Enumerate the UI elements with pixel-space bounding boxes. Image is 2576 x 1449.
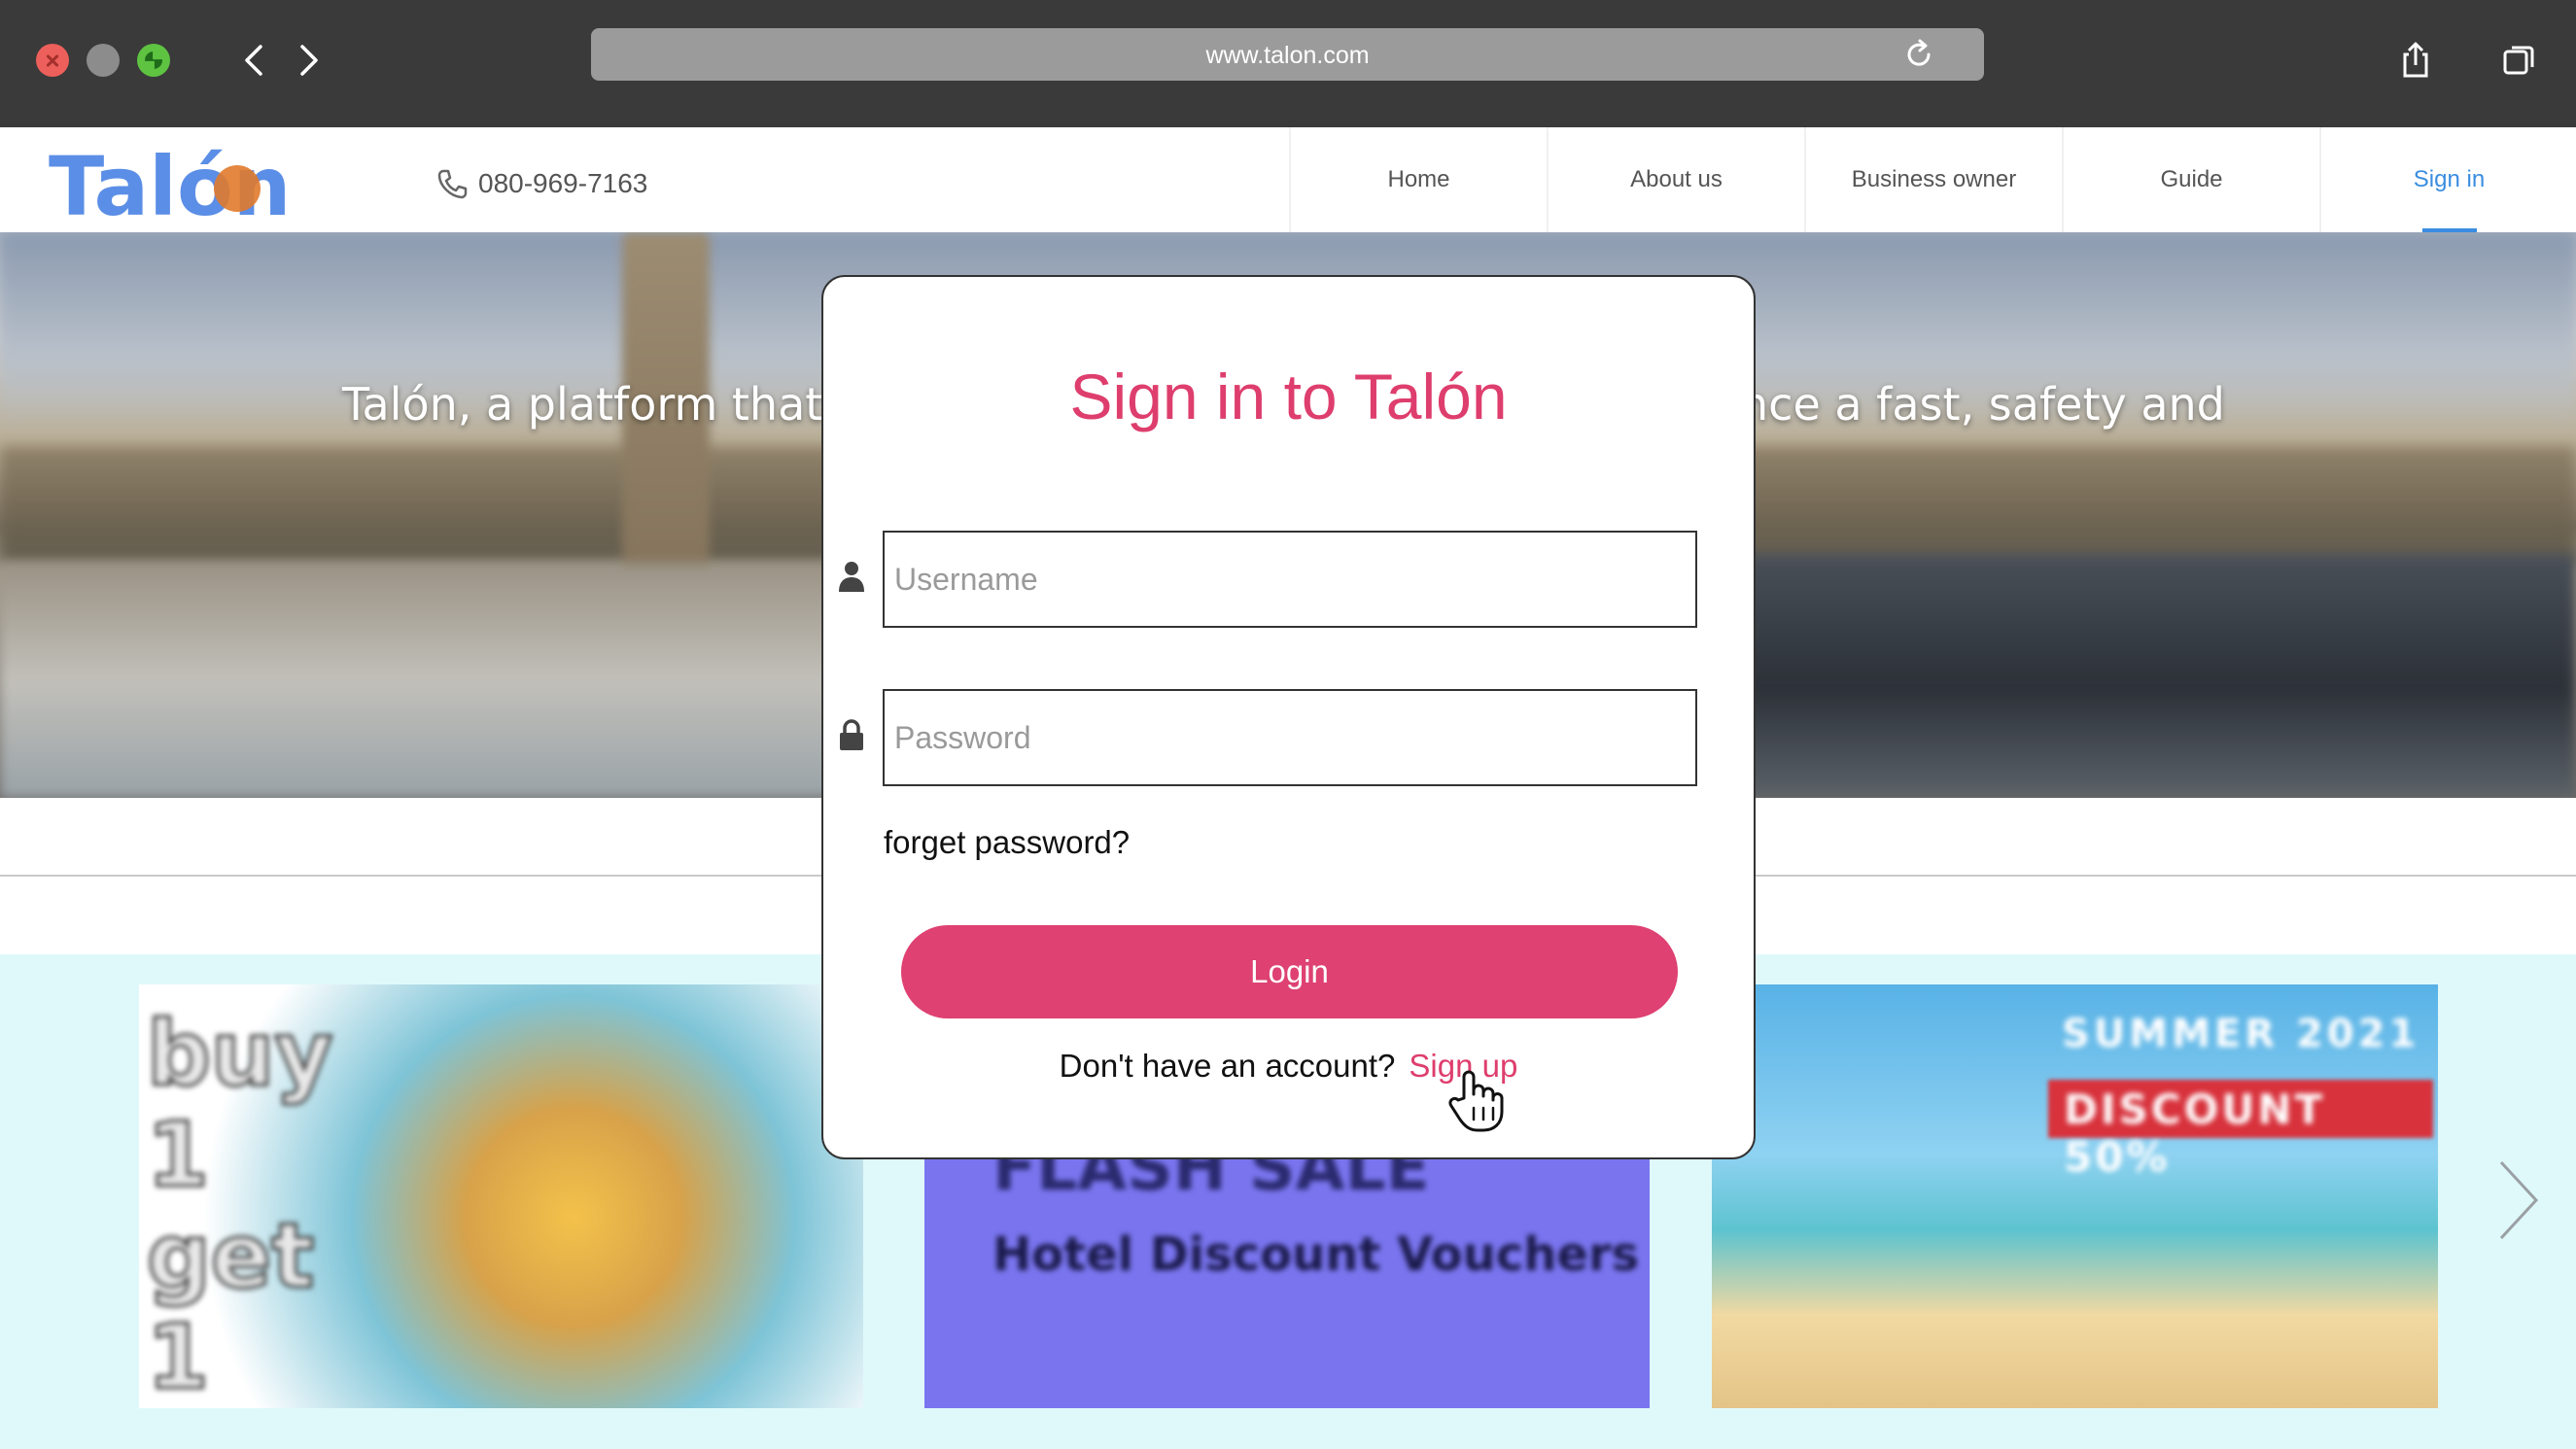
window-fullscreen-button[interactable] (137, 44, 170, 77)
promo-card-buy1get1[interactable]: buy 1 get 1 free (139, 984, 863, 1408)
lock-icon (840, 719, 863, 750)
tabs-overview-icon[interactable] (2498, 39, 2541, 82)
forward-button[interactable] (288, 41, 327, 80)
site-header: Talón 080-969-7163 Home About us Busines… (0, 127, 2576, 232)
phone-contact: 080-969-7163 (435, 166, 647, 201)
promo-card-subtitle: Hotel Discount Vouchers (992, 1227, 1640, 1282)
user-icon (839, 562, 864, 592)
username-input[interactable] (883, 531, 1697, 628)
nav-about-us[interactable]: About us (1547, 127, 1804, 232)
signup-row: Don't have an account? Sign up (823, 1048, 1754, 1085)
promo-card-title: SUMMER 2021 (2062, 1012, 2420, 1056)
nav-business-owner[interactable]: Business owner (1804, 127, 2062, 232)
talon-logo[interactable]: Talón (47, 135, 338, 224)
main-nav: Home About us Business owner Guide Sign … (1289, 127, 2576, 232)
modal-title: Sign in to Talón (1069, 361, 1508, 432)
window-minimize-button[interactable] (87, 44, 120, 77)
carousel-next-icon[interactable] (2493, 1156, 2544, 1244)
phone-number: 080-969-7163 (478, 168, 648, 198)
promo-card-badge-text: DISCOUNT 50% (2064, 1086, 2326, 1181)
globe-icon (214, 165, 261, 212)
promo-card-text: buy 1 get 1 free (146, 1002, 353, 1408)
chevron-left-icon (245, 45, 262, 76)
url-text: www.talon.com (1205, 42, 1370, 69)
address-bar[interactable]: www.talon.com (591, 28, 1984, 81)
sign-in-modal: Sign in to Talón forget password? Login … (821, 275, 1756, 1159)
hero-tagline-right: nce a fast, safety and (1740, 378, 2225, 431)
phone-icon (437, 169, 468, 199)
signup-prompt: Don't have an account? (1059, 1048, 1396, 1084)
pointer-hand-cursor-icon (1448, 1070, 1504, 1132)
login-button[interactable]: Login (901, 925, 1678, 1018)
share-icon[interactable] (2394, 39, 2437, 82)
nav-guide[interactable]: Guide (2062, 127, 2319, 232)
hero-boats (1633, 553, 2576, 798)
reload-icon[interactable] (1902, 38, 1935, 71)
window-close-button[interactable] (36, 44, 69, 77)
back-button[interactable] (236, 41, 275, 80)
password-input[interactable] (883, 689, 1697, 786)
browser-toolbar: www.talon.com (0, 0, 2576, 127)
chevron-right-icon (300, 45, 318, 76)
nav-home[interactable]: Home (1289, 127, 1547, 232)
hero-tagline-left: Talón, a platform that (342, 378, 823, 431)
promo-card-summer[interactable]: SUMMER 2021 DISCOUNT 50% (1712, 984, 2438, 1408)
nav-sign-in[interactable]: Sign in (2319, 127, 2576, 232)
forgot-password-link[interactable]: forget password? (884, 824, 1130, 861)
